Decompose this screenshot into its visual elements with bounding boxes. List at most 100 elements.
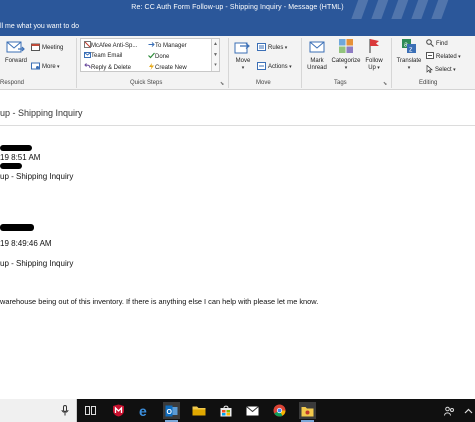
quoted-subject: up - Shipping Inquiry <box>0 259 74 268</box>
scroll-up-icon: ▲ <box>213 41 218 47</box>
quick-steps-gallery: McAfee Anti-Sp... Team Email Reply & Del… <box>80 38 220 72</box>
tags-launcher-icon[interactable]: ⬊ <box>383 81 387 87</box>
tell-me-bar: ll me what you want to do <box>0 19 475 36</box>
to-manager-icon <box>148 41 155 50</box>
editing-group-label: Editing <box>419 80 438 86</box>
categorize-button[interactable]: Categorize ▾ <box>329 38 363 72</box>
forward-button[interactable]: Forward <box>3 40 29 65</box>
move-label: Move <box>235 58 251 64</box>
meeting-button[interactable]: Meeting <box>31 43 63 53</box>
chevron-down-icon: ▾ <box>375 65 380 71</box>
move-group-label: Move <box>256 80 271 86</box>
related-button[interactable]: Related ▾ <box>426 52 461 61</box>
meeting-label: Meeting <box>42 45 64 51</box>
quick-step-label: To Manager <box>155 42 187 49</box>
follow-up-button[interactable]: Follow Up ▾ <box>363 38 385 72</box>
rules-button[interactable]: Rules ▾ <box>257 43 287 53</box>
chevron-down-icon: ▾ <box>283 45 288 51</box>
microphone-icon[interactable] <box>61 405 69 416</box>
forward-icon <box>6 41 25 53</box>
related-label: Related <box>436 53 457 60</box>
quick-step-label: Create New <box>155 64 187 71</box>
outlook-icon[interactable]: O <box>163 402 180 422</box>
mark-unread-label-2: Unread <box>307 65 327 71</box>
chevron-up-icon[interactable] <box>460 402 475 419</box>
title-bar: Re: CC Auth Form Follow-up - Shipping In… <box>0 0 475 19</box>
forward-label: Forward <box>4 58 27 64</box>
mark-unread-icon <box>309 41 325 53</box>
lightning-icon <box>148 63 155 72</box>
quick-step-reply-delete[interactable]: Reply & Delete <box>84 63 131 72</box>
move-icon <box>234 42 250 54</box>
windows-taskbar: e O <box>0 399 475 422</box>
translate-icon: a z <box>402 39 416 54</box>
chevron-down-icon: ▾ <box>456 53 461 60</box>
quick-step-label: Team Email <box>91 53 123 59</box>
header-divider <box>0 125 475 126</box>
gallery-more-icon: ▾ <box>214 62 217 69</box>
categorize-label: Categorize <box>331 58 361 64</box>
team-email-icon <box>84 52 91 60</box>
follow-up-label-2: Up <box>368 65 376 71</box>
redacted-sender <box>0 224 34 231</box>
quick-steps-group-label: Quick Steps <box>130 80 163 86</box>
task-view-icon[interactable] <box>82 402 99 419</box>
quick-steps-scrollbar[interactable]: ▲ ▼ ▾ <box>211 39 219 71</box>
file-explorer-icon[interactable] <box>190 402 207 419</box>
quick-step-to-manager[interactable]: To Manager <box>148 41 187 50</box>
chevron-down-icon: ▾ <box>451 67 456 73</box>
chevron-down-icon: ▾ <box>407 65 411 71</box>
select-button[interactable]: Select ▾ <box>426 64 456 75</box>
taskbar-search-box[interactable] <box>0 399 77 422</box>
mcafee-icon[interactable] <box>110 402 127 419</box>
scroll-down-icon: ▼ <box>213 51 218 58</box>
find-button[interactable]: Find <box>426 39 448 49</box>
flag-icon <box>369 39 379 53</box>
mcafee-icon <box>84 41 91 50</box>
quick-step-mcafee[interactable]: McAfee Anti-Sp... <box>84 41 137 50</box>
translate-button[interactable]: a z Translate ▾ <box>396 38 422 72</box>
quick-step-label: Reply & Delete <box>91 64 132 71</box>
separator <box>228 38 229 88</box>
svg-text:e: e <box>139 404 147 417</box>
select-pointer-icon <box>426 64 433 75</box>
redacted-recipient <box>0 163 22 169</box>
svg-text:O: O <box>167 409 173 416</box>
translate-label: Translate <box>396 58 422 64</box>
people-icon[interactable] <box>441 402 458 419</box>
quick-step-create-new[interactable]: Create New <box>148 63 187 72</box>
outlook-message-window: Re: CC Auth Form Follow-up - Shipping In… <box>0 0 475 422</box>
chevron-down-icon: ▾ <box>344 65 348 71</box>
chrome-icon[interactable] <box>271 402 288 419</box>
tell-me-input[interactable]: ll me what you want to do <box>0 23 79 30</box>
mark-unread-label-1: Mark <box>310 58 324 64</box>
sent-time: 19 8:49:46 AM <box>0 239 52 248</box>
related-icon <box>426 52 434 61</box>
move-button[interactable]: Move ▾ <box>233 40 253 72</box>
follow-up-label-1: Follow <box>365 58 383 64</box>
window-title: Re: CC Auth Form Follow-up - Shipping In… <box>131 4 344 11</box>
quick-step-label: Done <box>155 53 170 60</box>
quick-steps-launcher-icon[interactable]: ⬊ <box>220 81 224 87</box>
svg-text:z: z <box>409 47 413 54</box>
edge-icon[interactable]: e <box>136 402 153 419</box>
store-icon[interactable] <box>217 402 234 419</box>
rules-label: Rules <box>268 45 284 51</box>
separator <box>391 38 392 88</box>
respond-group-label: Respond <box>0 80 25 86</box>
select-label: Select <box>435 67 452 73</box>
mail-icon[interactable] <box>244 402 261 419</box>
quick-step-done[interactable]: Done <box>148 52 169 61</box>
more-button[interactable]: More ▾ <box>31 62 60 72</box>
folder-app-icon[interactable] <box>299 402 316 422</box>
checkmark-icon <box>148 52 155 61</box>
actions-icon <box>257 62 266 72</box>
quoted-subject: up - Shipping Inquiry <box>0 172 74 181</box>
more-label: More <box>42 64 56 70</box>
mark-unread-button[interactable]: Mark Unread <box>304 40 330 72</box>
quick-step-label: McAfee Anti-Sp... <box>91 42 138 49</box>
meeting-icon <box>31 43 40 53</box>
actions-button[interactable]: Actions ▾ <box>257 62 292 72</box>
redacted-sender <box>0 145 32 151</box>
quick-step-team-email[interactable]: Team Email <box>84 52 122 60</box>
